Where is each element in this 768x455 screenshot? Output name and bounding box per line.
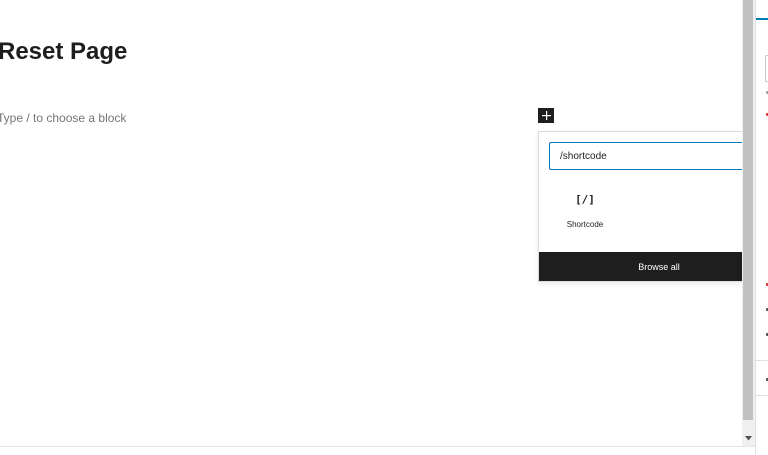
editor-canvas: Reset Page Type / to choose a block [/] … (0, 0, 742, 446)
browse-all-button[interactable]: Browse all (539, 252, 742, 281)
block-search-box (549, 142, 742, 170)
sidebar-divider (756, 360, 768, 361)
shortcode-icon: [/] (575, 193, 595, 206)
settings-sidebar (755, 0, 768, 454)
block-result-shortcode[interactable]: [/] Shortcode (557, 187, 613, 237)
scroll-down-arrow-glyph (745, 435, 752, 440)
plus-icon (541, 111, 551, 120)
sidebar-divider (756, 395, 768, 396)
block-inserter-toggle[interactable] (538, 108, 554, 123)
sidebar-active-tab-indicator (756, 18, 768, 20)
scrollbar-thumb[interactable] (743, 0, 753, 420)
block-inserter-popover: [/] Shortcode Browse all (538, 131, 742, 282)
block-result-label: Shortcode (566, 220, 604, 229)
editor-scrollbar[interactable] (742, 0, 755, 446)
block-search-input[interactable] (550, 143, 740, 169)
scroll-down-arrow-icon[interactable] (742, 432, 755, 444)
page-title[interactable]: Reset Page (0, 38, 127, 66)
block-placeholder[interactable]: Type / to choose a block (0, 111, 126, 125)
